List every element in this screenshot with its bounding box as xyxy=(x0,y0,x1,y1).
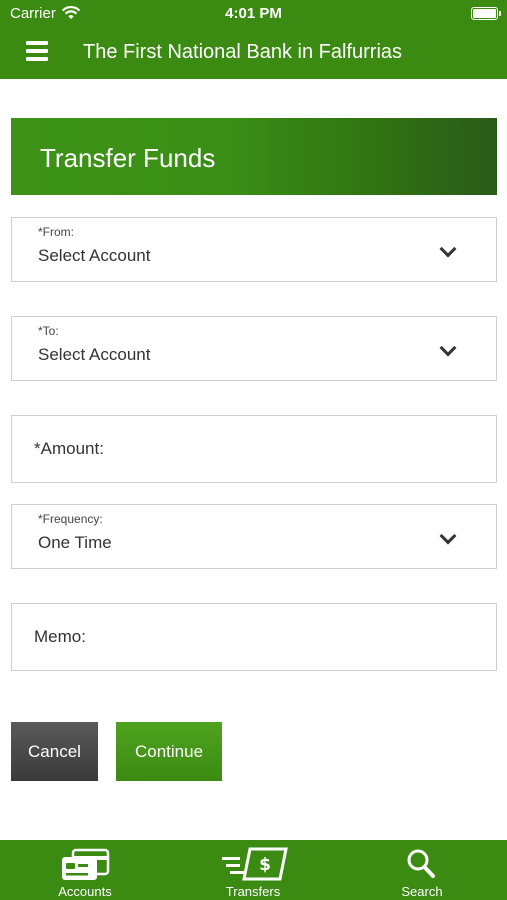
app-header: Carrier 4:01 PM The First National Bank … xyxy=(0,0,507,79)
tab-bar: Accounts $ Transfers Search xyxy=(0,840,507,900)
chevron-down-icon xyxy=(439,527,457,545)
to-value: Select Account xyxy=(38,345,151,364)
money-transfer-icon: $ xyxy=(222,847,288,881)
frequency-label: *Frequency: xyxy=(38,512,103,526)
memo-field[interactable]: Memo: xyxy=(11,603,497,671)
battery-icon xyxy=(471,7,501,20)
chevron-down-icon xyxy=(439,240,457,258)
cancel-button[interactable]: Cancel xyxy=(11,722,98,781)
from-value: Select Account xyxy=(38,246,151,265)
credit-card-icon xyxy=(62,848,110,880)
tab-accounts-label: Accounts xyxy=(58,884,112,899)
svg-text:$: $ xyxy=(259,855,271,875)
continue-button[interactable]: Continue xyxy=(116,722,222,781)
status-time: 4:01 PM xyxy=(225,5,282,22)
tab-transfers[interactable]: $ Transfers xyxy=(193,840,313,900)
app-title: The First National Bank in Falfurrias xyxy=(83,41,403,63)
page-header: Transfer Funds xyxy=(11,118,497,195)
amount-field[interactable]: *Amount: xyxy=(11,415,497,483)
from-account-select[interactable]: *From: Select Account xyxy=(11,217,497,282)
page-title: Transfer Funds xyxy=(40,143,216,173)
hamburger-menu-icon[interactable] xyxy=(26,41,48,61)
tab-search[interactable]: Search xyxy=(362,840,482,900)
to-account-select[interactable]: *To: Select Account xyxy=(11,316,497,381)
frequency-select[interactable]: *Frequency: One Time xyxy=(11,504,497,569)
search-icon xyxy=(407,849,435,878)
amount-placeholder: *Amount: xyxy=(34,439,104,458)
memo-placeholder: Memo: xyxy=(34,627,86,646)
to-label: *To: xyxy=(38,324,59,338)
tab-accounts[interactable]: Accounts xyxy=(25,840,145,900)
status-bar: Carrier 4:01 PM xyxy=(0,0,507,28)
frequency-value: One Time xyxy=(38,533,112,552)
from-label: *From: xyxy=(38,225,74,239)
chevron-down-icon xyxy=(439,339,457,357)
tab-transfers-label: Transfers xyxy=(225,884,281,899)
tab-search-label: Search xyxy=(401,884,443,899)
